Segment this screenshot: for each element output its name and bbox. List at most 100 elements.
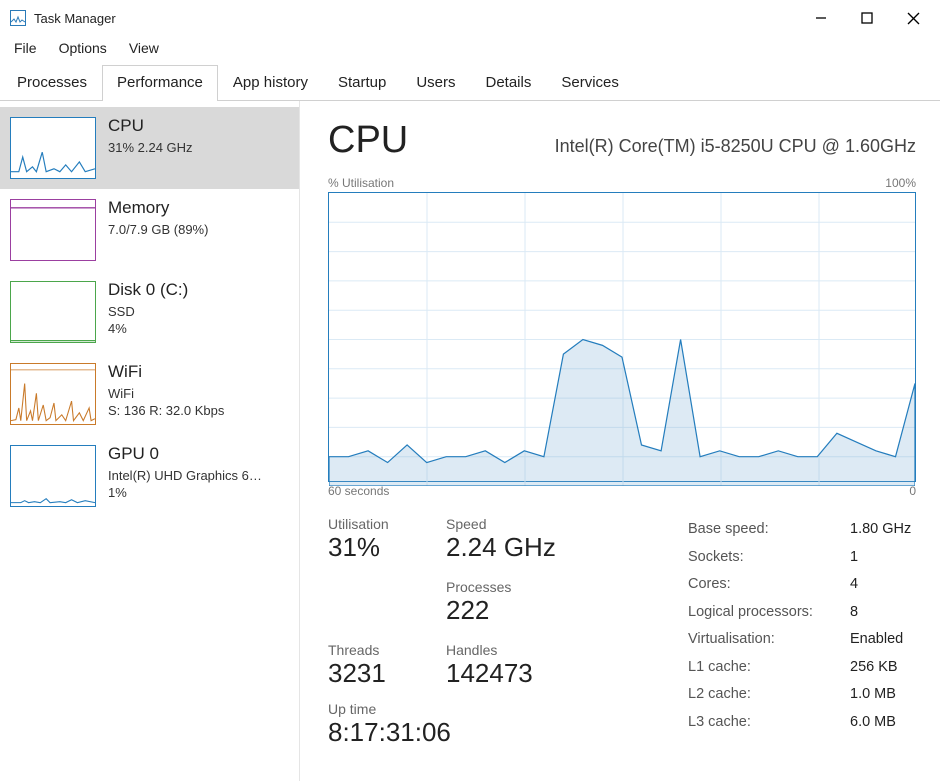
sidebar-item-memory[interactable]: Memory 7.0/7.9 GB (89%) xyxy=(0,189,299,271)
stat-label: Handles xyxy=(446,642,536,658)
tab-processes[interactable]: Processes xyxy=(2,65,102,101)
tab-users[interactable]: Users xyxy=(401,65,470,101)
sidebar-item-label: GPU 0 xyxy=(108,445,262,464)
spec-key: Sockets: xyxy=(688,544,838,572)
spec-key: L3 cache: xyxy=(688,709,838,737)
sidebar-item-sub2: 1% xyxy=(108,485,262,502)
stat-processes: Processes 222 xyxy=(446,579,536,626)
stat-label: Up time xyxy=(328,701,638,717)
sidebar-item-sub: 31% 2.24 GHz xyxy=(108,140,193,157)
spec-key: Logical processors: xyxy=(688,599,838,627)
spec-key: Cores: xyxy=(688,571,838,599)
stat-label: Processes xyxy=(446,579,536,595)
spec-row: L3 cache: 6.0 MB xyxy=(688,709,911,737)
stat-value: 8:17:31:06 xyxy=(328,717,638,748)
tab-startup[interactable]: Startup xyxy=(323,65,401,101)
spec-row: Cores:4 xyxy=(688,571,911,599)
detail-heading: CPU xyxy=(328,119,408,162)
sidebar-item-sub: SSD xyxy=(108,304,188,321)
sidebar-item-label: Memory xyxy=(108,199,208,218)
chart-ymax: 100% xyxy=(885,176,916,190)
chart-xmax: 0 xyxy=(909,484,916,498)
chart-top-labels: % Utilisation 100% xyxy=(328,176,916,190)
stat-speed: Speed 2.24 GHz xyxy=(446,516,556,563)
window-title: Task Manager xyxy=(34,11,116,26)
memory-thumb-text: Memory 7.0/7.9 GB (89%) xyxy=(108,199,208,261)
stat-uptime: Up time 8:17:31:06 xyxy=(328,701,638,748)
gpu-thumb-text: GPU 0 Intel(R) UHD Graphics 6… 1% xyxy=(108,445,262,507)
sidebar-item-label: CPU xyxy=(108,117,193,136)
tab-performance[interactable]: Performance xyxy=(102,65,218,101)
detail-header: CPU Intel(R) Core(TM) i5-8250U CPU @ 1.6… xyxy=(328,119,916,162)
minimize-button[interactable] xyxy=(798,0,844,36)
sidebar-item-wifi[interactable]: WiFi WiFi S: 136 R: 32.0 Kbps xyxy=(0,353,299,435)
stat-utilisation: Utilisation 31% xyxy=(328,516,418,563)
stat-spacer xyxy=(328,579,418,626)
tab-details[interactable]: Details xyxy=(471,65,547,101)
spec-row: Sockets: 1 xyxy=(688,544,911,572)
spec-val: 1.0 MB xyxy=(850,681,896,709)
memory-thumb xyxy=(10,199,96,261)
gpu-thumb xyxy=(10,445,96,507)
spec-val: Enabled xyxy=(850,626,903,654)
menu-file[interactable]: File xyxy=(10,38,41,58)
stats-row: Utilisation 31% Speed 2.24 GHz Processes… xyxy=(328,516,916,748)
wifi-thumb xyxy=(10,363,96,425)
maximize-button[interactable] xyxy=(844,0,890,36)
sidebar-item-sub: WiFi xyxy=(108,386,224,403)
spec-key: Base speed: xyxy=(688,516,838,544)
title-bar-left: Task Manager xyxy=(10,10,116,26)
stat-value: 2.24 GHz xyxy=(446,532,556,563)
spec-key: L2 cache: xyxy=(688,681,838,709)
chart-xmin: 60 seconds xyxy=(328,484,389,498)
sidebar-item-sub: 7.0/7.9 GB (89%) xyxy=(108,222,208,239)
window-controls xyxy=(798,0,936,36)
spec-row: L2 cache: 1.0 MB xyxy=(688,681,911,709)
spec-row: L1 cache: 256 KB xyxy=(688,654,911,682)
spec-val: 8 xyxy=(850,599,858,627)
sidebar-item-gpu[interactable]: GPU 0 Intel(R) UHD Graphics 6… 1% xyxy=(0,435,299,517)
sidebar-item-sub2: S: 136 R: 32.0 Kbps xyxy=(108,403,224,420)
chart-ylabel: % Utilisation xyxy=(328,176,394,190)
spec-key: L1 cache: xyxy=(688,654,838,682)
cpu-utilisation-chart[interactable] xyxy=(328,192,916,482)
stat-value: 3231 xyxy=(328,658,418,689)
spec-val: 1 xyxy=(850,544,858,572)
cpu-thumb-text: CPU 31% 2.24 GHz xyxy=(108,117,193,179)
spec-table: Base speed:1.80 GHz Sockets:1 Cores:4 Lo… xyxy=(688,516,911,748)
menu-view[interactable]: View xyxy=(125,38,163,58)
cpu-thumb xyxy=(10,117,96,179)
sidebar-item-disk[interactable]: Disk 0 (C:) SSD 4% xyxy=(0,271,299,353)
sidebar-item-cpu[interactable]: CPU 31% 2.24 GHz xyxy=(0,107,299,189)
spec-row: Logical processors: 8 xyxy=(688,599,911,627)
title-bar: Task Manager xyxy=(0,0,940,36)
detail-pane: CPU Intel(R) Core(TM) i5-8250U CPU @ 1.6… xyxy=(300,101,940,781)
menu-options[interactable]: Options xyxy=(55,38,111,58)
tab-strip: Processes Performance App history Startu… xyxy=(0,64,940,101)
sidebar-item-label: WiFi xyxy=(108,363,224,382)
disk-thumb-text: Disk 0 (C:) SSD 4% xyxy=(108,281,188,343)
close-button[interactable] xyxy=(890,0,936,36)
stat-threads: Threads 3231 xyxy=(328,642,418,689)
detail-subtitle: Intel(R) Core(TM) i5-8250U CPU @ 1.60GHz xyxy=(438,136,916,157)
stat-value: 222 xyxy=(446,595,536,626)
tab-app-history[interactable]: App history xyxy=(218,65,323,101)
sidebar: CPU 31% 2.24 GHz Memory 7.0/7.9 GB (89%) xyxy=(0,101,300,781)
spec-val: 256 KB xyxy=(850,654,898,682)
stat-value: 31% xyxy=(328,532,418,563)
disk-thumb xyxy=(10,281,96,343)
stat-label: Utilisation xyxy=(328,516,418,532)
stat-label: Speed xyxy=(446,516,556,532)
stat-label: Threads xyxy=(328,642,418,658)
spec-row: Virtualisation: Enabled xyxy=(688,626,911,654)
body-area: CPU 31% 2.24 GHz Memory 7.0/7.9 GB (89%) xyxy=(0,101,940,781)
spec-val: 6.0 MB xyxy=(850,709,896,737)
tab-services[interactable]: Services xyxy=(546,65,634,101)
sidebar-item-label: Disk 0 (C:) xyxy=(108,281,188,300)
stat-handles: Handles 142473 xyxy=(446,642,536,689)
spec-key: Virtualisation: xyxy=(688,626,838,654)
stats-left-block: Utilisation 31% Speed 2.24 GHz Processes… xyxy=(328,516,638,748)
sidebar-item-sub2: 4% xyxy=(108,321,188,338)
menu-bar: File Options View xyxy=(0,36,940,64)
sidebar-item-sub: Intel(R) UHD Graphics 6… xyxy=(108,468,262,485)
